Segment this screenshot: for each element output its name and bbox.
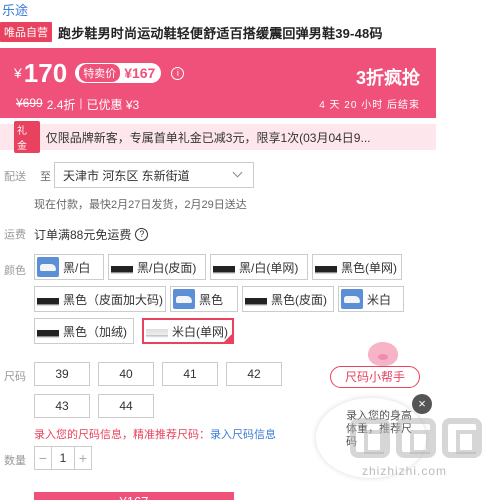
shoe-thumbnail: [213, 257, 235, 277]
shoe-thumbnail: [111, 257, 133, 277]
size-label: 尺码: [4, 371, 26, 383]
price-banner: ¥ 170 特卖价 ¥167 i ¥699 2.4折 | 已优惠 ¥3 3折疯抢…: [0, 48, 436, 118]
color-option-selected[interactable]: 米白(单网): [142, 318, 234, 344]
color-option[interactable]: 黑色（加绒): [34, 318, 134, 344]
original-price: ¥699: [16, 96, 43, 110]
delivery-label: 配送: [4, 171, 26, 183]
color-option-label: 黑/白(皮面): [137, 260, 197, 275]
pig-mascot-icon: [368, 342, 398, 366]
special-price-value: ¥167: [124, 65, 156, 81]
size-option[interactable]: 42: [226, 362, 282, 386]
product-title-row: 唯品自营 跑步鞋男时尚运动鞋轻便舒适百搭缓震回弹男鞋39-48码: [0, 22, 383, 42]
separator: |: [79, 96, 83, 110]
shop-name[interactable]: 乐途: [2, 0, 28, 19]
size-option[interactable]: 40: [98, 362, 154, 386]
color-option[interactable]: 黑/白(皮面): [108, 254, 206, 280]
shipping-note: 现在付款，最快2月27日发货，2月29日送达: [34, 199, 247, 211]
freight-label: 运费: [4, 229, 26, 241]
buy-button[interactable]: ¥167: [34, 492, 234, 500]
size-option[interactable]: 44: [98, 394, 154, 418]
size-helper-button[interactable]: 尺码小帮手: [330, 366, 420, 388]
coupon-tag: 礼金: [14, 121, 40, 153]
coupon-bar[interactable]: 礼金 仅限品牌新客，专属首单礼金已减3元，限享1次(03月04日9...: [0, 121, 436, 153]
currency-symbol: ¥: [14, 65, 22, 81]
color-option[interactable]: 黑/白: [34, 254, 104, 280]
shoe-thumbnail: [37, 257, 59, 277]
address-select[interactable]: 天津市 河东区 东新街道: [54, 162, 254, 188]
saved-amount: 已优惠 ¥3: [86, 98, 140, 112]
color-option-label: 黑色（皮面加大码): [63, 292, 163, 307]
quantity-increase-button[interactable]: +: [75, 447, 91, 469]
color-option-label: 黑色: [199, 292, 224, 307]
shoe-thumbnail: [37, 321, 59, 341]
current-price: 170: [23, 58, 68, 88]
countdown-timer: 4 天 20 小时 后结束: [319, 100, 420, 111]
chevron-down-icon: [232, 167, 243, 178]
close-icon[interactable]: ×: [412, 394, 432, 414]
color-option-label: 黑色(皮面): [271, 292, 327, 307]
discount-rate: 2.4折: [46, 98, 76, 112]
special-price-tag: 特卖价: [79, 64, 121, 82]
freight-info: 订单满88元免运费 ?: [34, 226, 149, 243]
shoe-thumbnail: [341, 289, 363, 309]
special-price-box: 特卖价 ¥167: [75, 63, 162, 83]
size-option[interactable]: 43: [34, 394, 90, 418]
product-title: 跑步鞋男时尚运动鞋轻便舒适百搭缓震回弹男鞋39-48码: [58, 25, 383, 41]
quantity-stepper: − 1 +: [34, 446, 92, 470]
help-icon[interactable]: ?: [135, 228, 149, 241]
color-option[interactable]: 黑色(单网): [312, 254, 402, 280]
color-option-label: 米白: [367, 292, 392, 307]
color-option[interactable]: 黑/白(单网): [210, 254, 308, 280]
size-option[interactable]: 41: [162, 362, 218, 386]
color-option-label: 黑色（加绒): [63, 324, 127, 339]
selected-check-icon: [223, 333, 233, 343]
color-option-label: 黑/白(单网): [239, 260, 299, 275]
shoe-thumbnail: [146, 321, 168, 341]
address-value: 天津市 河东区 东新街道: [63, 168, 190, 183]
shoe-thumbnail: [245, 289, 267, 309]
price-main-group: ¥ 170 特卖价 ¥167 i: [14, 58, 185, 88]
watermark-logo: zhizhizhi.com: [350, 418, 490, 478]
size-entry-link[interactable]: 录入尺码信息: [210, 429, 276, 441]
watermark-glyph: [396, 418, 436, 458]
color-option[interactable]: 米白: [338, 286, 404, 312]
info-icon[interactable]: i: [171, 67, 185, 80]
size-tip-text: 录入您的尺码信息，精准推荐尺码：: [34, 429, 210, 441]
vip-badge: 唯品自营: [0, 22, 52, 42]
shoe-thumbnail: [173, 289, 195, 309]
color-option[interactable]: 黑色(皮面): [242, 286, 334, 312]
watermark-text: zhizhizhi.com: [362, 464, 448, 478]
color-label: 颜色: [4, 265, 26, 277]
color-option-label: 黑色(单网): [341, 260, 397, 275]
quantity-label: 数量: [4, 455, 26, 467]
size-tip: 录入您的尺码信息，精准推荐尺码：录入尺码信息: [34, 426, 276, 442]
shoe-thumbnail: [37, 289, 59, 309]
coupon-text: 仅限品牌新客，专属首单礼金已减3元，限享1次(03月04日9...: [45, 130, 371, 145]
quantity-input[interactable]: 1: [51, 447, 75, 469]
color-option-label: 米白(单网): [172, 324, 228, 339]
watermark-glyph: [350, 418, 390, 458]
color-option-label: 黑/白: [63, 260, 91, 275]
color-option[interactable]: 黑色: [170, 286, 238, 312]
size-option[interactable]: 39: [34, 362, 90, 386]
price-sub-row: ¥699 2.4折 | 已优惠 ¥3: [16, 96, 139, 113]
watermark-glyph: [442, 418, 482, 458]
freight-text: 订单满88元免运费: [34, 228, 132, 242]
color-option[interactable]: 黑色（皮面加大码): [34, 286, 166, 312]
promo-title: 3折疯抢: [355, 68, 420, 88]
delivery-to: 至: [40, 171, 51, 183]
quantity-decrease-button[interactable]: −: [35, 447, 51, 469]
shoe-thumbnail: [315, 257, 337, 277]
